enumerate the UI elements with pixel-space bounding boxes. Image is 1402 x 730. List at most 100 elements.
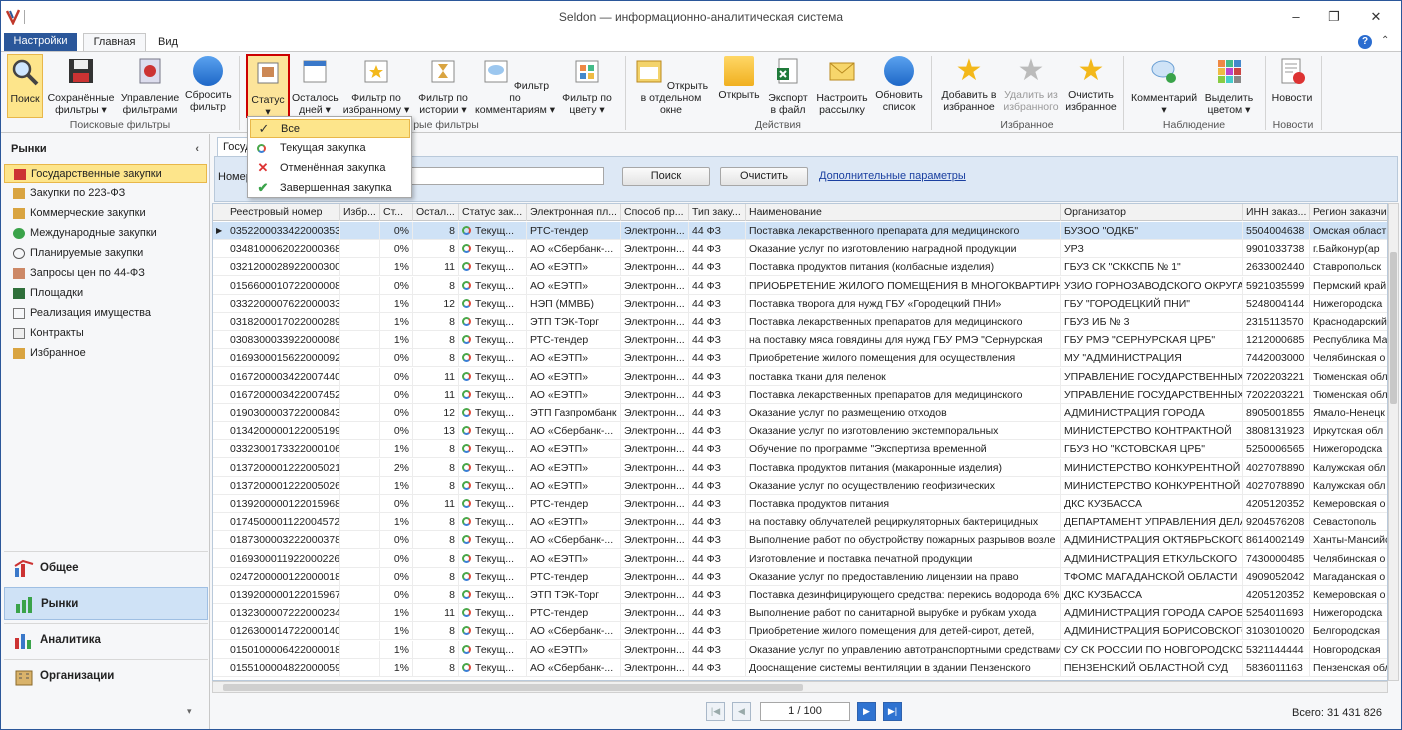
table-row[interactable]: 0332200007622000033 1% 12 Текущ... НЭП (ММВБ… xyxy=(213,294,1387,313)
search-run-button[interactable]: Поиск xyxy=(622,167,710,186)
table-row[interactable]: 0139200000122015967 0% 8 Текущ... ЭТП ТЭК-То… xyxy=(213,586,1387,604)
sidebar-item-property[interactable]: Реализация имущества xyxy=(4,304,207,323)
table-row[interactable]: 0174500001122004572 1% 8 Текущ... АО «ЕЭТП» Э… xyxy=(213,513,1387,532)
manage-filters-button[interactable]: Управление фильтрами xyxy=(119,54,181,118)
comments-filter-button[interactable]: Фильтр по комментариям ▾ xyxy=(475,54,555,118)
reset-filter-button[interactable]: Сбросить фильтр xyxy=(185,54,232,118)
news-button[interactable]: Новости xyxy=(1269,54,1315,118)
column-header[interactable]: Организатор xyxy=(1061,204,1243,221)
table-row[interactable]: 0190300003722000843 0% 12 Текущ... ЭТП Газпр… xyxy=(213,404,1387,422)
horizontal-scrollbar[interactable] xyxy=(212,681,1388,693)
sidebar-item-price-requests[interactable]: Запросы цен по 44-ФЗ xyxy=(4,264,207,283)
clear-button[interactable]: Очистить xyxy=(720,167,808,186)
column-header[interactable]: Тип заку... xyxy=(689,204,746,221)
saved-filters-button[interactable]: Сохранённые фильтры ▾ xyxy=(47,54,115,118)
open-button[interactable]: Открыть xyxy=(715,54,763,118)
sidebar-item-international[interactable]: Международные закупки xyxy=(4,224,207,243)
table-row[interactable]: 0348100062022000368 0% 8 Текущ... АО «Сберба… xyxy=(213,240,1387,259)
scroll-thumb[interactable] xyxy=(1390,252,1397,404)
sidebar-item-platforms[interactable]: Площадки xyxy=(4,284,207,303)
status-option-cancelled[interactable]: ✕ Отменённая закупка xyxy=(250,159,410,178)
sidebar-item-planned[interactable]: Планируемые закупки xyxy=(4,244,207,263)
sidebar-item-favorites[interactable]: Избранное xyxy=(4,344,207,363)
prev-page-icon[interactable]: ◀ xyxy=(732,702,751,721)
status-filter-button[interactable]: Статус ▾ xyxy=(246,54,290,118)
tab-settings[interactable]: Настройки xyxy=(4,33,77,51)
tab-main[interactable]: Главная xyxy=(83,33,146,52)
refresh-button[interactable]: Обновить список xyxy=(873,54,925,118)
table-row[interactable]: 0167200003422007440 0% 11 Текущ... АО «ЕЭТП»… xyxy=(213,367,1387,386)
table-row[interactable]: 0247200000122000018 0% 8 Текущ... РТС-тендер… xyxy=(213,567,1387,586)
column-header[interactable]: Реестровый номер xyxy=(227,204,340,221)
scroll-thumb[interactable] xyxy=(223,684,803,691)
column-header[interactable]: Регион заказчи... xyxy=(1310,204,1387,221)
comment-button[interactable]: Комментарий ▾ xyxy=(1131,54,1197,118)
column-header[interactable]: Избр... xyxy=(340,204,380,221)
column-header[interactable]: Электронная пл... xyxy=(527,204,621,221)
tab-view[interactable]: Вид xyxy=(153,33,183,51)
table-row[interactable]: 0150100006422000018 1% 8 Текущ... АО «ЕЭТП» Э… xyxy=(213,640,1387,659)
status-option-completed[interactable]: ✔ Завершенная закупка xyxy=(250,179,410,198)
table-row[interactable]: 0156600010722000008 0% 8 Текущ... АО «ЕЭТП» Э… xyxy=(213,276,1387,295)
nav-general[interactable]: Общее xyxy=(4,551,208,584)
sidebar-item-commercial[interactable]: Коммерческие закупки xyxy=(4,204,207,223)
highlight-color-button[interactable]: Выделить цветом ▾ xyxy=(1201,54,1257,118)
last-page-icon[interactable]: ▶| xyxy=(883,702,902,721)
table-row[interactable]: 0308300033922000086 1% 8 Текущ... РТС-тендер… xyxy=(213,331,1387,350)
page-input[interactable]: 1 / 100 xyxy=(760,702,850,721)
column-header[interactable]: Остал... xyxy=(413,204,459,221)
remove-favorite-button[interactable]: ★ Удалить из избранного xyxy=(1001,54,1061,118)
search-button[interactable]: Поиск xyxy=(7,54,43,118)
collapse-sidebar-icon[interactable]: ‹ xyxy=(195,138,199,160)
next-page-icon[interactable]: ▶ xyxy=(857,702,876,721)
add-favorite-button[interactable]: ★ Добавить в избранное xyxy=(939,54,999,118)
help-icon[interactable]: ? xyxy=(1358,35,1372,49)
table-row[interactable]: 0169300011922000226 0% 8 Текущ... АО «ЕЭТП» Э… xyxy=(213,549,1387,568)
days-left-button[interactable]: Осталось дней ▾ xyxy=(292,54,339,118)
mailing-button[interactable]: Настроить рассылку xyxy=(814,54,870,118)
nav-more-icon[interactable]: ▾ xyxy=(187,706,192,717)
column-header[interactable]: ИНН заказ... xyxy=(1243,204,1310,221)
column-header[interactable]: Способ пр... xyxy=(621,204,689,221)
table-row[interactable]: 0332300173322000106 1% 8 Текущ... АО «ЕЭТП» Э… xyxy=(213,440,1387,459)
table-row[interactable]: 0132300007222000234 1% 11 Текущ... РТС-тенде… xyxy=(213,604,1387,623)
clear-favorites-button[interactable]: ★ Очистить избранное xyxy=(1063,54,1119,118)
advanced-params-link[interactable]: Дополнительные параметры xyxy=(819,170,966,182)
column-header[interactable]: Ст... xyxy=(380,204,413,221)
close-icon[interactable]: ✕ xyxy=(1366,7,1386,27)
column-header[interactable]: Наименование xyxy=(746,204,1061,221)
favorites-filter-button[interactable]: Фильтр по избранному ▾ xyxy=(342,54,410,118)
minimize-icon[interactable]: – xyxy=(1286,7,1306,27)
status-option-all[interactable]: ✓ Все xyxy=(250,119,410,138)
status-option-current[interactable]: Текущая закупка xyxy=(250,139,410,158)
table-cell: 5248004144 xyxy=(1243,294,1310,313)
search-input[interactable] xyxy=(403,167,604,185)
first-page-icon[interactable]: |◀ xyxy=(706,702,725,721)
history-filter-button[interactable]: Фильтр по истории ▾ xyxy=(414,54,472,118)
table-row[interactable]: ▶ 0352200033422000353 0% 8 Текущ... РТС-тенде… xyxy=(213,222,1387,240)
nav-analytics[interactable]: Аналитика xyxy=(4,623,208,656)
table-row[interactable]: 0155100004822000059 1% 8 Текущ... АО «Сберба… xyxy=(213,658,1387,677)
color-filter-button[interactable]: Фильтр по цвету ▾ xyxy=(559,54,615,118)
open-window-button[interactable]: Открыть в отдельном окне xyxy=(631,54,711,118)
table-row[interactable]: 0126300014722000140 1% 8 Текущ... АО «Сберба… xyxy=(213,622,1387,641)
vertical-scrollbar[interactable] xyxy=(1388,203,1399,681)
table-row[interactable]: 0321200028922000300 1% 11 Текущ... АО «ЕЭТП»… xyxy=(213,258,1387,277)
table-row[interactable]: 0187300003222000378 0% 8 Текущ... АО «Сберба… xyxy=(213,531,1387,550)
table-row[interactable]: 0139200000122015968 0% 11 Текущ... РТС-тенде… xyxy=(213,495,1387,513)
sidebar-item-contracts[interactable]: Контракты xyxy=(4,324,207,343)
collapse-ribbon-icon[interactable]: ⌃ xyxy=(1381,35,1389,46)
export-button[interactable]: Экспорт в файл xyxy=(765,54,811,118)
sidebar-item-223fz[interactable]: Закупки по 223-ФЗ xyxy=(4,184,207,203)
table-row[interactable]: 0169300015622000092 0% 8 Текущ... АО «ЕЭТП» Э… xyxy=(213,349,1387,368)
restore-icon[interactable]: ❐ xyxy=(1324,7,1344,27)
table-row[interactable]: 0137200001222005026 1% 8 Текущ... АО «ЕЭТП» Э… xyxy=(213,476,1387,495)
nav-markets[interactable]: Рынки xyxy=(4,587,208,620)
sidebar-item-gov-purchases[interactable]: Государственные закупки xyxy=(4,164,207,183)
table-row[interactable]: 0137200001222005021 2% 8 Текущ... АО «ЕЭТП» Э… xyxy=(213,458,1387,477)
table-row[interactable]: 0167200003422007452 0% 11 Текущ... АО «ЕЭТП»… xyxy=(213,385,1387,404)
column-header[interactable]: Статус зак... xyxy=(459,204,527,221)
table-row[interactable]: 0318200017022000289 1% 8 Текущ... ЭТП ТЭК-То… xyxy=(213,313,1387,331)
table-row[interactable]: 0134200000122005199 0% 13 Текущ... АО «Сберб… xyxy=(213,422,1387,441)
nav-organizations[interactable]: Организации xyxy=(4,659,208,692)
